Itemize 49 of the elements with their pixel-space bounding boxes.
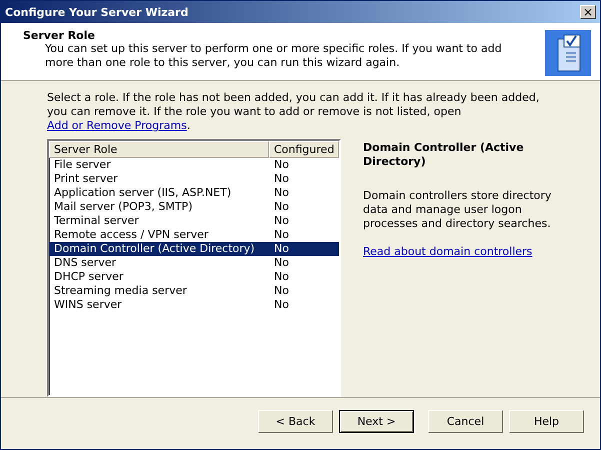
role-name: DNS server bbox=[53, 256, 117, 270]
add-remove-programs-link[interactable]: Add or Remove Programs bbox=[47, 119, 187, 132]
role-name: Mail server (POP3, SMTP) bbox=[53, 200, 194, 214]
close-button[interactable]: × bbox=[580, 5, 596, 19]
configured-status: No bbox=[273, 228, 290, 242]
page-description: You can set up this server to perform one or more specific roles. If you want to add more than one role to this server, you can run this wizard again. bbox=[44, 42, 503, 70]
wizard-button[interactable]: Cancel bbox=[428, 410, 503, 432]
role-row[interactable]: Streaming media server No bbox=[49, 284, 339, 298]
window-title: Configure Your Server Wizard bbox=[5, 6, 188, 18]
configured-status: No bbox=[273, 298, 290, 312]
role-row[interactable]: WINS server No bbox=[49, 298, 339, 312]
column-header[interactable]: Configured bbox=[269, 141, 339, 158]
role-name: Remote access / VPN server bbox=[53, 228, 210, 242]
wizard-button[interactable]: Help bbox=[509, 410, 584, 432]
role-row[interactable]: Mail server (POP3, SMTP) No bbox=[49, 200, 339, 214]
role-name: WINS server bbox=[53, 298, 123, 312]
role-row[interactable]: Application server (IIS, ASP.NET) No bbox=[49, 186, 339, 200]
role-row[interactable]: Print server No bbox=[49, 172, 339, 186]
configured-status: No bbox=[273, 200, 290, 214]
role-name: File server bbox=[53, 158, 112, 172]
role-row[interactable]: Domain Controller (Active Directory) No bbox=[49, 242, 339, 256]
role-row[interactable]: Terminal server No bbox=[49, 214, 339, 228]
role-title: Domain Controller (Active Directory) bbox=[363, 141, 525, 169]
role-row[interactable]: Remote access / VPN server No bbox=[49, 228, 339, 242]
instructions-text: Select a role. If the role has not been added, you can add it. If it has already been added, you can remove it. If the role you want to add or remove is not listed, open Add or Remove Programs. bbox=[47, 91, 540, 133]
configured-status: No bbox=[273, 270, 290, 284]
configured-status: No bbox=[273, 186, 290, 200]
role-row[interactable]: File server No bbox=[49, 158, 339, 172]
role-name: Print server bbox=[53, 172, 119, 186]
role-name: Domain Controller (Active Directory) bbox=[53, 242, 256, 256]
configured-status: No bbox=[273, 256, 290, 270]
role-name: Application server (IIS, ASP.NET) bbox=[53, 186, 232, 200]
role-row[interactable]: DHCP server No bbox=[49, 270, 339, 284]
column-header[interactable]: Server Role bbox=[49, 141, 269, 158]
page-title: Server Role bbox=[23, 29, 96, 42]
configured-status: No bbox=[273, 214, 290, 228]
configured-status: No bbox=[273, 242, 290, 256]
configured-status: No bbox=[273, 172, 290, 186]
configured-status: No bbox=[273, 284, 290, 298]
role-name: Streaming media server bbox=[53, 284, 188, 298]
role-name: DHCP server bbox=[53, 270, 124, 284]
configured-status: No bbox=[273, 158, 290, 172]
role-name: Terminal server bbox=[53, 214, 140, 228]
read-more-link[interactable]: Read about domain controllers bbox=[363, 245, 532, 258]
role-description: Domain controllers store directory data and manage user logon processes and directory searches. bbox=[363, 189, 552, 231]
wizard-button[interactable]: < Back bbox=[258, 410, 333, 432]
wizard-button[interactable]: Next > bbox=[339, 410, 414, 432]
server-checklist-icon bbox=[544, 29, 592, 77]
role-row[interactable]: DNS server No bbox=[49, 256, 339, 270]
